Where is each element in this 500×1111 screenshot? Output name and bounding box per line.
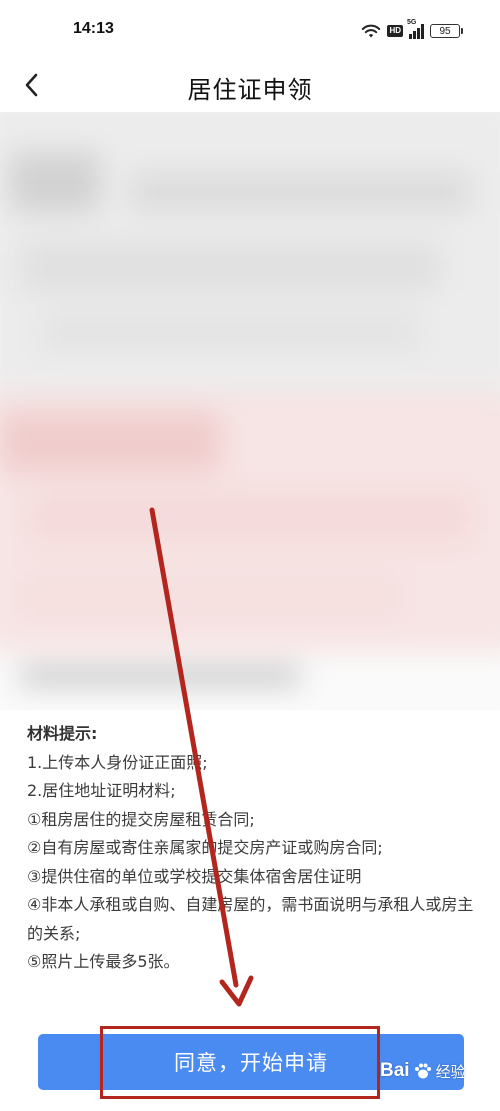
blurred-content [0, 112, 500, 710]
wifi-icon [362, 24, 381, 38]
material-item: 2.居住地址证明材料; [27, 781, 176, 800]
material-hints: 材料提示: 1.上传本人身份证正面照; 2.居住地址证明材料; ①租房居住的提交… [27, 720, 477, 977]
status-time: 14:13 [73, 20, 114, 37]
status-bar: 14:13 HD 5G 95 [0, 0, 500, 58]
signal-icon: 5G [407, 19, 424, 39]
material-item: ⑤照片上传最多5张。 [27, 952, 180, 971]
watermark-brand: Bai [380, 1060, 410, 1081]
material-hints-heading: 材料提示: [27, 724, 98, 743]
page-title: 居住证申领 [187, 76, 313, 104]
material-item: ②自有房屋或寄住亲属家的提交房产证或购房合同; [27, 838, 383, 857]
baidu-watermark: Bai 经验 [380, 1060, 466, 1082]
material-item: ④非本人承租或自购、自建房屋的，需书面说明与承租人或房主的关系; [27, 895, 474, 943]
material-item: 1.上传本人身份证正面照; [27, 752, 208, 772]
paw-icon [414, 1063, 431, 1079]
status-icons: HD 5G 95 [361, 19, 463, 40]
network-type-label: 5G [407, 19, 417, 26]
material-item: ③提供住宿的单位或学校提交集体宿舍居住证明 [27, 866, 362, 886]
watermark-suffix: 经验 [435, 1063, 466, 1081]
battery-icon: 95 [430, 24, 463, 38]
nav-bar: 居住证申领 [0, 58, 500, 112]
hd-badge: HD [387, 25, 403, 37]
material-item: ①租房居住的提交房屋租赁合同; [27, 809, 255, 829]
